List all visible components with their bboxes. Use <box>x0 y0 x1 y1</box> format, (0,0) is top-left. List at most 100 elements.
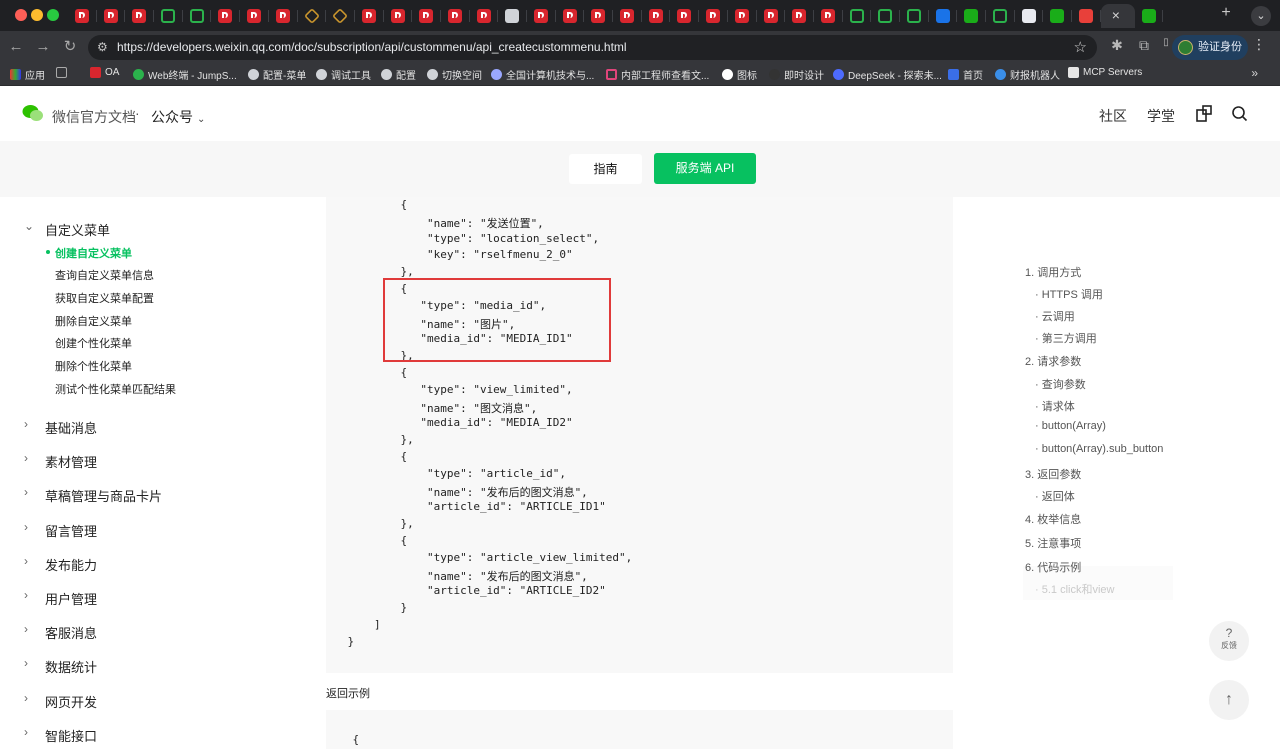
bookmark-finance-bot[interactable]: 财报机器人 <box>995 67 1060 82</box>
browser-tab[interactable] <box>298 4 327 28</box>
browser-tab[interactable] <box>441 4 470 28</box>
browser-tab[interactable] <box>900 4 929 28</box>
bookmark-debug-tools[interactable]: 调试工具 <box>316 67 371 82</box>
feedback-button[interactable]: ? 反馈 <box>1209 621 1249 661</box>
toc-item[interactable]: 2. 请求参数 <box>1025 353 1081 369</box>
site-title[interactable]: 微信官方文档 <box>52 107 136 127</box>
browser-tab[interactable] <box>1043 4 1073 28</box>
server-api-tab[interactable]: 服务端 API <box>654 153 756 184</box>
bookmark-grid[interactable] <box>56 67 71 78</box>
toc-item[interactable]: · 第三方调用 <box>1035 330 1097 346</box>
browser-tab[interactable] <box>871 4 900 28</box>
active-tab[interactable]: × <box>1100 4 1135 28</box>
forward-icon[interactable]: → <box>33 37 53 57</box>
browser-tab[interactable] <box>670 4 700 28</box>
toc-item[interactable]: 5. 注意事项 <box>1025 535 1081 551</box>
browser-tab[interactable] <box>728 4 757 28</box>
extension-icon[interactable]: ✱ <box>1107 37 1127 54</box>
browser-tab[interactable] <box>986 4 1015 28</box>
toc-item[interactable]: · button(Array) <box>1035 420 1106 432</box>
browser-tab[interactable] <box>269 4 298 28</box>
extensions-puzzle-icon[interactable]: ⧉ <box>1134 37 1154 54</box>
browser-menu-icon[interactable]: ⋮ <box>1252 36 1266 53</box>
bookmark-icons[interactable]: 图标 <box>722 67 757 82</box>
browser-tab[interactable] <box>642 4 671 28</box>
bookmark-menu-config[interactable]: 配置-菜单 <box>248 67 306 82</box>
new-tab-button[interactable]: + <box>1212 4 1240 22</box>
browser-tab[interactable] <box>757 4 786 28</box>
bookmark-apps[interactable]: 应用 <box>10 67 45 82</box>
browser-tab[interactable] <box>785 4 814 28</box>
sidebar-group[interactable]: › 基础消息 <box>0 415 253 437</box>
toc-item[interactable]: 3. 返回参数 <box>1025 466 1081 482</box>
browser-tab[interactable] <box>211 4 241 28</box>
browser-tab[interactable] <box>470 4 499 28</box>
bookmarks-more-icon[interactable]: » <box>1251 66 1258 80</box>
tab-search-button[interactable]: ⌄ <box>1251 6 1271 26</box>
toc-item[interactable]: · button(Array).sub_button <box>1035 443 1163 455</box>
guide-tab[interactable]: 指南 <box>569 154 642 184</box>
sidebar-sub-item[interactable]: 删除个性化菜单 <box>55 358 132 374</box>
browser-tab[interactable] <box>498 4 527 28</box>
back-icon[interactable]: ← <box>6 37 26 57</box>
profile-button[interactable]: 验证身份 <box>1172 35 1248 60</box>
bookmark-jsdesign[interactable]: 即时设计 <box>769 67 824 82</box>
browser-tab[interactable] <box>1135 4 1164 28</box>
browser-tab[interactable] <box>240 4 269 28</box>
sidebar-group[interactable]: › 留言管理 <box>0 518 253 540</box>
toc-item[interactable]: · 查询参数 <box>1035 376 1086 392</box>
sidebar-sub-item[interactable]: 删除自定义菜单 <box>55 313 132 329</box>
browser-tab[interactable] <box>355 4 384 28</box>
sidebar-group[interactable]: › 客服消息 <box>0 620 253 642</box>
bookmark-internal-doc[interactable]: 内部工程师查看文... <box>606 67 709 82</box>
bookmark-jumpserver[interactable]: Web终端 - JumpS... <box>133 67 237 82</box>
sidebar-group[interactable]: › 素材管理 <box>0 449 253 471</box>
bookmark-config[interactable]: 配置 <box>381 67 416 82</box>
sidebar-group-custom-menu[interactable]: ⌄ 自定义菜单 <box>0 217 253 239</box>
browser-tab[interactable] <box>584 4 614 28</box>
sidebar-group[interactable]: › 发布能力 <box>0 552 253 574</box>
wechat-logo-icon[interactable] <box>22 104 44 122</box>
reload-icon[interactable]: ↻ <box>60 37 80 57</box>
browser-tab[interactable] <box>154 4 183 28</box>
close-window-button[interactable] <box>15 9 27 21</box>
academy-link[interactable]: 学堂 <box>1147 106 1175 126</box>
sidebar-group[interactable]: › 网页开发 <box>0 689 253 711</box>
search-icon[interactable] <box>1230 104 1250 124</box>
browser-tab[interactable] <box>1072 4 1101 28</box>
back-to-top-button[interactable]: ↑ <box>1209 680 1249 720</box>
toc-item[interactable]: 4. 枚举信息 <box>1025 511 1081 527</box>
browser-tab[interactable] <box>527 4 556 28</box>
toc-item[interactable]: · 云调用 <box>1035 308 1075 324</box>
sidebar-group[interactable]: › 数据统计 <box>0 654 253 676</box>
browser-tab[interactable] <box>97 4 126 28</box>
bookmark-switch-space[interactable]: 切换空间 <box>427 67 482 82</box>
browser-tab[interactable] <box>68 4 97 28</box>
browser-tab[interactable] <box>843 4 872 28</box>
browser-tab[interactable] <box>814 4 843 28</box>
bookmark-mcp-servers[interactable]: MCP Servers <box>1068 67 1142 78</box>
site-info-icon[interactable]: ⚙ <box>97 40 108 54</box>
zoom-window-button[interactable] <box>47 9 59 21</box>
community-link[interactable]: 社区 <box>1099 106 1127 126</box>
sidebar-sub-item[interactable]: 获取自定义菜单配置 <box>55 290 154 306</box>
browser-tab[interactable] <box>125 4 155 28</box>
url-text[interactable]: https://developers.weixin.qq.com/doc/sub… <box>117 40 627 54</box>
bookmark-deepseek[interactable]: DeepSeek - 探索未... <box>833 67 942 82</box>
toc-item[interactable]: · 5.1 click和view <box>1035 581 1114 597</box>
sidebar-group[interactable]: › 智能接口 <box>0 723 253 745</box>
browser-tab[interactable] <box>957 4 986 28</box>
bookmark-star-icon[interactable]: ☆ <box>1074 38 1087 56</box>
devtools-icon[interactable] <box>1194 104 1214 124</box>
browser-tab[interactable] <box>326 4 355 28</box>
bookmark-home[interactable]: 首页 <box>948 67 983 82</box>
bookmark-exam[interactable]: 全国计算机技术与... <box>491 67 594 82</box>
product-select[interactable]: 公众号 ⌄ <box>151 107 205 127</box>
toc-item[interactable]: · HTTPS 调用 <box>1035 286 1103 302</box>
browser-tab[interactable] <box>183 4 212 28</box>
browser-tab[interactable] <box>613 4 642 28</box>
toc-item[interactable]: 6. 代码示例 <box>1025 559 1081 575</box>
close-tab-icon[interactable]: × <box>1112 7 1120 23</box>
toc-item[interactable]: · 请求体 <box>1035 398 1075 414</box>
sidebar-sub-item[interactable]: 查询自定义菜单信息 <box>55 267 154 283</box>
